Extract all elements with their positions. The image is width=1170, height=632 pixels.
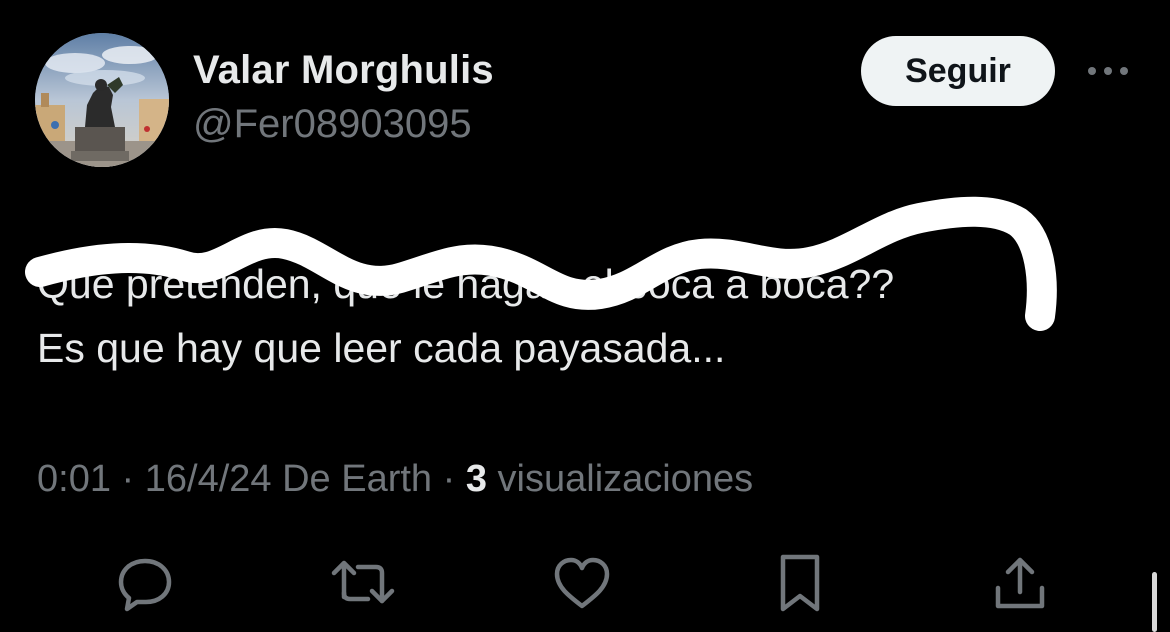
bookmark-icon[interactable] (765, 548, 835, 618)
tweet-line-1: Que pretenden, que le hagan el boca a bo… (37, 261, 895, 307)
display-name[interactable]: Valar Morghulis (193, 48, 494, 93)
tweet-text: Que pretenden, que le hagan el boca a bo… (37, 252, 1137, 380)
share-icon[interactable] (985, 548, 1055, 618)
avatar[interactable] (35, 33, 169, 167)
more-options-icon[interactable] (1084, 58, 1132, 84)
tweet-line-2: Es que hay que leer cada payasada... (37, 325, 726, 371)
retweet-icon[interactable] (328, 548, 398, 618)
views-count[interactable]: 3 (466, 458, 487, 500)
reply-icon[interactable] (110, 548, 180, 618)
action-bar (0, 548, 1170, 618)
bear-statue-avatar-image (35, 33, 169, 167)
tweet-meta: 0:01 · 16/4/24 De Earth · 3 visualizacio… (37, 458, 753, 501)
like-icon[interactable] (547, 548, 617, 618)
views-label: visualizaciones (486, 458, 754, 500)
meta-separator-2: · (432, 458, 466, 500)
scrollbar[interactable] (1152, 572, 1157, 632)
tweet-time[interactable]: 0:01 (37, 458, 111, 500)
user-handle[interactable]: @Fer08903095 (193, 102, 472, 147)
meta-separator: · (110, 458, 145, 500)
tweet-date-source[interactable]: 16/4/24 De Earth (145, 458, 432, 500)
follow-button[interactable]: Seguir (861, 36, 1055, 106)
